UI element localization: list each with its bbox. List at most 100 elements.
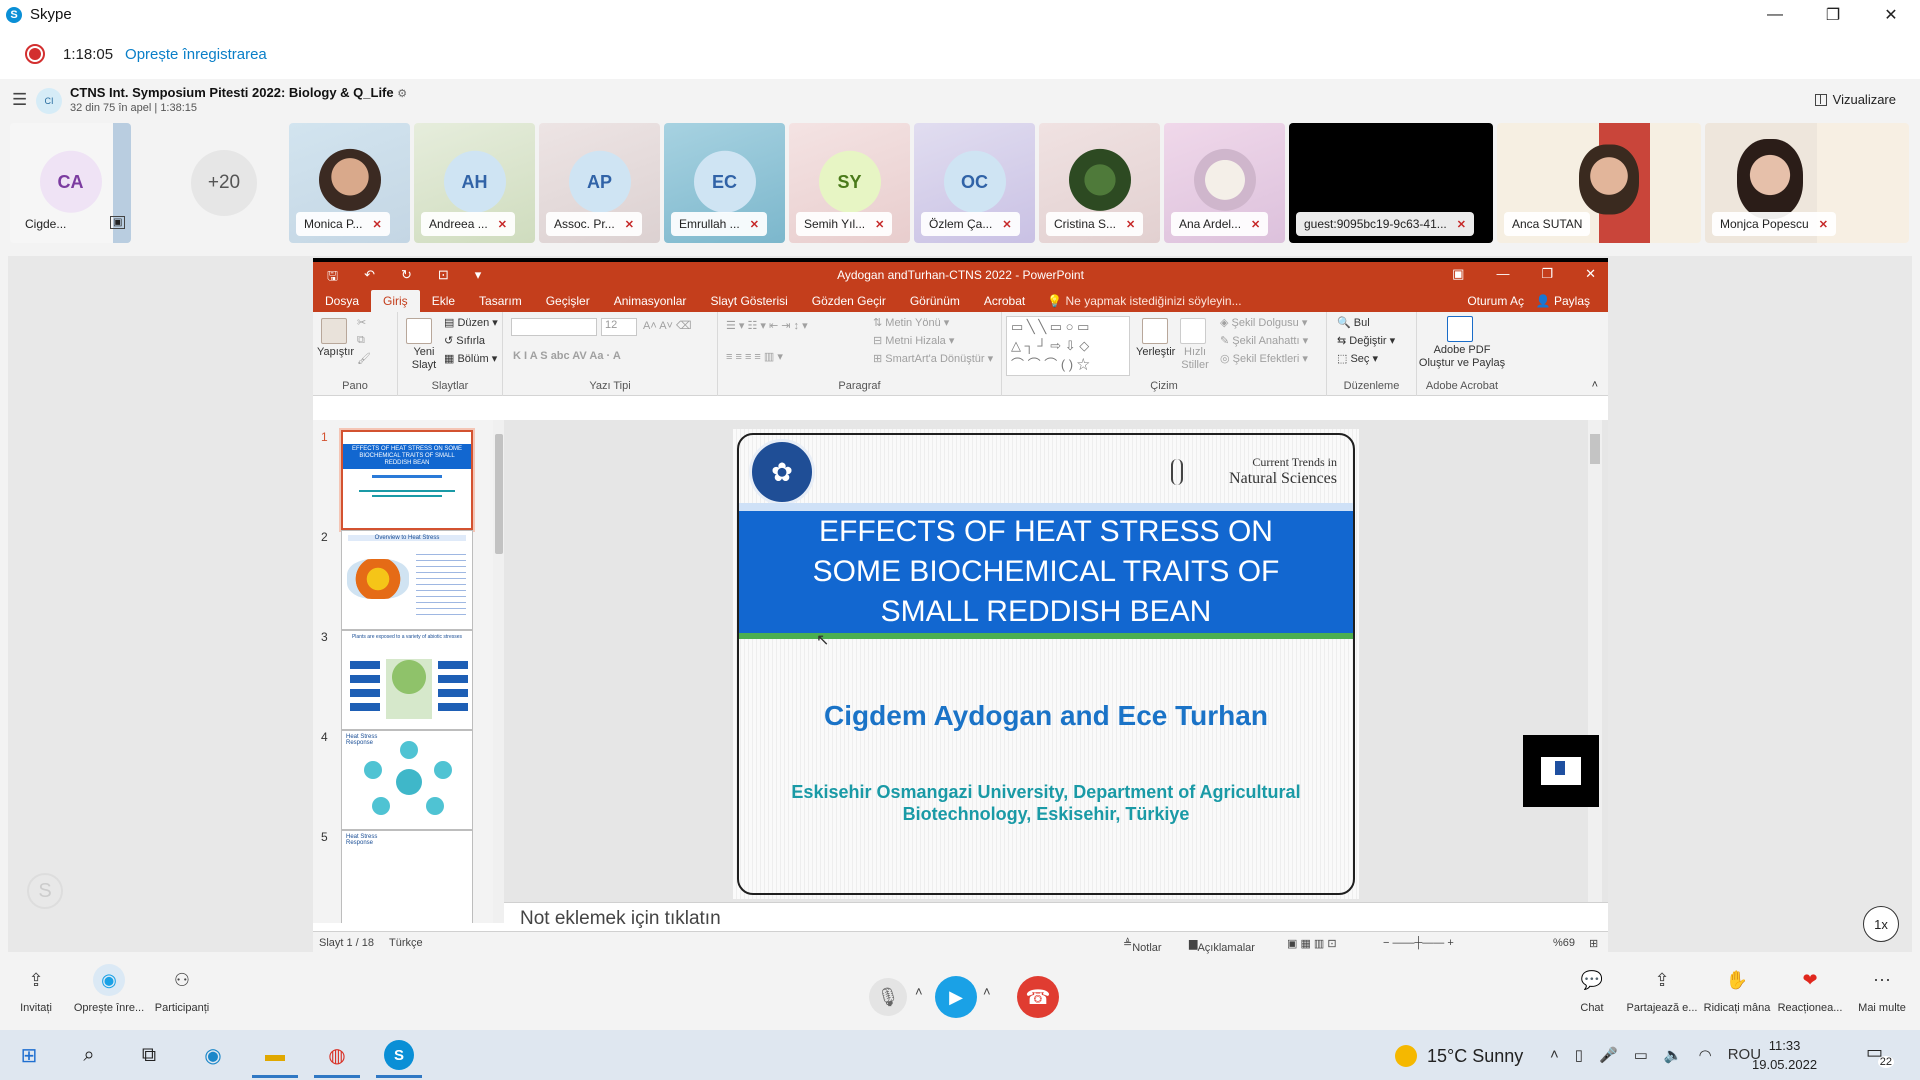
- tab-acrobat[interactable]: Acrobat: [972, 290, 1037, 312]
- windows-start-icon[interactable]: ⊞: [14, 1040, 44, 1070]
- chat-button[interactable]: 💬 Chat: [1570, 964, 1614, 1015]
- camera-button[interactable]: ▶: [935, 976, 977, 1018]
- react-button[interactable]: ❤ Reacționea...: [1775, 964, 1845, 1015]
- slide-thumbnail[interactable]: Heat Stress Response: [341, 730, 473, 830]
- tab-slideshow[interactable]: Slayt Gösterisi: [698, 290, 799, 312]
- weather-widget[interactable]: 15°C Sunny: [1395, 1045, 1523, 1067]
- ppt-restore-button[interactable]: ❐: [1541, 266, 1553, 282]
- tab-view[interactable]: Görünüm: [898, 290, 972, 312]
- language-status[interactable]: Türkçe: [389, 937, 423, 949]
- playback-speed-button[interactable]: 1x: [1863, 906, 1899, 942]
- reset-button[interactable]: ↺ Sıfırla: [444, 334, 485, 347]
- file-explorer-icon[interactable]: ▬: [252, 1040, 298, 1078]
- meeting-avatar[interactable]: CI: [36, 88, 62, 114]
- shape-effects-button[interactable]: ◎ Şekil Efektleri ▾: [1220, 352, 1308, 365]
- new-slide-icon[interactable]: [406, 318, 432, 344]
- fit-slide-icon[interactable]: ⊞: [1589, 937, 1598, 950]
- collapse-ribbon-icon[interactable]: ˄: [1592, 379, 1598, 391]
- bookmark-icon[interactable]: [1523, 735, 1599, 807]
- arrange-button[interactable]: Yerleştir: [1136, 346, 1175, 358]
- tab-design[interactable]: Tasarım: [467, 290, 534, 312]
- battery-icon[interactable]: ▭: [1634, 1046, 1648, 1064]
- paste-button[interactable]: Yapıştır: [317, 346, 354, 358]
- meeting-title[interactable]: CTNS Int. Symposium Pitesti 2022: Biolog…: [70, 85, 407, 100]
- section-button[interactable]: ▦ Bölüm ▾: [444, 352, 497, 365]
- find-button[interactable]: 🔍 Bul: [1337, 316, 1370, 329]
- participant-tile[interactable]: Monica P... ✕: [289, 123, 410, 243]
- task-view-icon[interactable]: ⧉: [134, 1040, 164, 1070]
- participant-tile[interactable]: Cristina S... ✕: [1039, 123, 1160, 243]
- current-slide[interactable]: ✿ Current Trends in Natural Sciences EFF…: [733, 429, 1359, 899]
- participant-tile[interactable]: SY Semih Yıl... ✕: [789, 123, 910, 243]
- minimize-button[interactable]: —: [1746, 0, 1804, 29]
- adobe-pdf-icon[interactable]: [1447, 316, 1473, 342]
- participant-video-tile[interactable]: Anca SUTAN: [1497, 123, 1701, 243]
- microphone-icon[interactable]: 🎤: [1599, 1046, 1618, 1064]
- slide-scrollbar[interactable]: [1588, 420, 1602, 902]
- tab-animations[interactable]: Animasyonlar: [602, 290, 699, 312]
- font-size-field[interactable]: 12: [601, 318, 637, 336]
- participant-tile[interactable]: OC Özlem Ça... ✕: [914, 123, 1035, 243]
- shape-outline-button[interactable]: ✎ Şekil Anahattı ▾: [1220, 334, 1308, 347]
- list-icons[interactable]: ☰ ▾ ☷ ▾ ⇤ ⇥ ↕ ▾: [726, 319, 808, 332]
- grow-font-icon[interactable]: A˄ A˅ ⌫: [643, 319, 692, 332]
- sign-in-link[interactable]: Oturum Aç: [1467, 290, 1524, 312]
- self-tile[interactable]: CA Cigde... ▣: [10, 123, 131, 243]
- paste-icon[interactable]: [321, 318, 347, 344]
- stop-recording-link[interactable]: Oprește înregistrarea: [125, 46, 267, 63]
- wifi-icon[interactable]: ◠: [1699, 1046, 1712, 1064]
- ribbon-display-icon[interactable]: ▣: [1452, 266, 1464, 282]
- comments-toggle[interactable]: ▆ Açıklamalar: [1189, 937, 1255, 954]
- tray-chevron-icon[interactable]: ˄: [1550, 1046, 1559, 1064]
- slide-thumbnail[interactable]: Heat Stress Response: [341, 830, 473, 923]
- tab-transitions[interactable]: Geçişler: [534, 290, 602, 312]
- skype-taskbar-icon[interactable]: S: [376, 1040, 422, 1078]
- font-format-icons[interactable]: K I A S abc AV Aa · A: [513, 350, 621, 362]
- more-options-button[interactable]: ⋯ Mai multe: [1852, 964, 1912, 1015]
- replace-button[interactable]: ⇆ Değiştir ▾: [1337, 334, 1395, 347]
- close-button[interactable]: ✕: [1862, 0, 1920, 29]
- participants-button[interactable]: ⚇ Participanți: [150, 964, 214, 1015]
- layout-button[interactable]: ▤ Düzen ▾: [444, 316, 498, 329]
- ppt-share-button[interactable]: 👤 Paylaş: [1536, 290, 1590, 312]
- stop-recording-button[interactable]: ◉ Oprește înre...: [70, 964, 148, 1014]
- slide-thumbnail[interactable]: EFFECTS OF HEAT STRESS ON SOME BIOCHEMIC…: [341, 430, 473, 530]
- raise-hand-button[interactable]: ✋ Ridicați mâna: [1700, 964, 1774, 1015]
- create-pdf-button[interactable]: Adobe PDF Oluştur ve Paylaş: [1417, 344, 1507, 370]
- mic-options-chevron-icon[interactable]: ˄: [915, 984, 923, 999]
- view-buttons[interactable]: ▣ ▦ ▥ ⊡: [1287, 937, 1337, 950]
- notifications-button[interactable]: ▭ 22: [1866, 1042, 1894, 1068]
- search-icon[interactable]: ⌕: [74, 1040, 104, 1070]
- align-icons[interactable]: ≡ ≡ ≡ ≡ ▥ ▾: [726, 350, 783, 363]
- notes-pane[interactable]: Not eklemek için tıklatın: [504, 902, 1608, 931]
- font-name-field[interactable]: [511, 318, 597, 336]
- device-icon[interactable]: ▯: [1575, 1046, 1583, 1064]
- tab-insert[interactable]: Ekle: [420, 290, 467, 312]
- view-button[interactable]: Vizualizare: [1814, 92, 1896, 107]
- ppt-close-button[interactable]: ✕: [1585, 266, 1596, 282]
- quick-styles-button[interactable]: Hızlı Stiller: [1178, 346, 1212, 372]
- notes-toggle[interactable]: ≜ Notlar: [1123, 937, 1162, 954]
- share-screen-button[interactable]: ⇪ Partajează e...: [1620, 964, 1704, 1015]
- arrange-icon[interactable]: [1142, 318, 1168, 344]
- participant-video-tile[interactable]: Monjca Popescu ✕: [1705, 123, 1909, 243]
- invite-button[interactable]: ⇪ Invitați: [14, 964, 58, 1015]
- ppt-minimize-button[interactable]: —: [1496, 266, 1509, 282]
- volume-icon[interactable]: 🔈: [1664, 1046, 1683, 1064]
- tab-review[interactable]: Gözden Geçir: [800, 290, 898, 312]
- edge-icon[interactable]: ◉: [198, 1040, 228, 1070]
- chrome-icon[interactable]: ◍: [314, 1040, 360, 1078]
- participant-tile[interactable]: guest:9095bc19-9c63-41... ✕: [1289, 123, 1493, 243]
- slide-thumbnail[interactable]: Overview to Heat Stress: [341, 530, 473, 630]
- tab-home[interactable]: Giriş: [371, 290, 420, 312]
- smartart-button[interactable]: ⊞ SmartArt'a Dönüştür ▾: [873, 352, 993, 365]
- more-participants-button[interactable]: +20: [191, 150, 257, 216]
- menu-icon[interactable]: ☰: [12, 90, 27, 110]
- cut-icon[interactable]: ✂: [357, 316, 366, 329]
- mic-muted-button[interactable]: 🎙: [869, 978, 907, 1016]
- maximize-button[interactable]: ❐: [1804, 0, 1862, 29]
- tab-file[interactable]: Dosya: [313, 290, 371, 312]
- copy-icon[interactable]: ⧉: [357, 334, 365, 347]
- end-call-button[interactable]: ☎: [1017, 976, 1059, 1018]
- camera-options-chevron-icon[interactable]: ˄: [983, 984, 991, 999]
